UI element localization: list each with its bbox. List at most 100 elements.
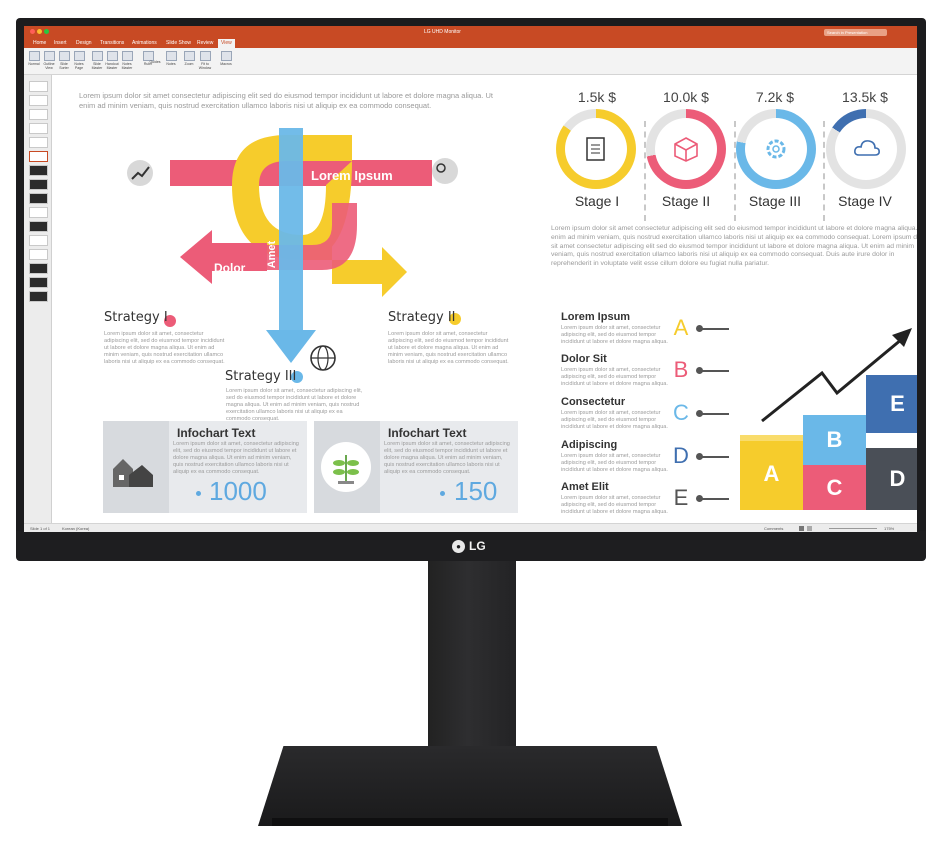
row-title-c: Consectetur (561, 396, 626, 408)
slide-thumbnail[interactable] (29, 123, 48, 134)
notes-icon (165, 51, 177, 61)
slide-thumbnail[interactable] (29, 277, 48, 288)
normal-view-button[interactable]: Normal (27, 51, 41, 66)
slide-master-icon (91, 51, 103, 61)
tab-insert[interactable]: Insert (51, 39, 70, 48)
zoom-icon (183, 51, 195, 61)
normal-view-icon[interactable] (799, 526, 804, 531)
card-number: 1000 (209, 476, 267, 506)
tab-view[interactable]: View (218, 39, 235, 48)
arrow-down-label: Sit Amet (266, 240, 278, 285)
slide-thumbnail[interactable] (29, 95, 48, 106)
slide-thumbnail[interactable] (29, 221, 48, 232)
maximize-window-icon[interactable] (44, 29, 49, 34)
zoom-level[interactable]: 175% (884, 524, 894, 532)
house-icon (113, 459, 153, 487)
row-letter-a: A (673, 315, 689, 340)
slide-thumbnail-selected[interactable] (29, 151, 48, 162)
macros-button[interactable]: Macros (219, 51, 233, 66)
notes-master-button[interactable]: Notes Master (120, 51, 134, 70)
card-title: Infochart Text (388, 426, 467, 440)
stage4-value: 13.5k $ (842, 89, 888, 105)
box-e: E (866, 375, 917, 433)
tab-transitions[interactable]: Transitions (97, 39, 127, 48)
box-c: C (803, 465, 866, 510)
stage1-label: Stage I (574, 193, 620, 209)
slide-count: Slide 1 of 1 (30, 526, 51, 531)
slide-thumbnail[interactable] (29, 207, 48, 218)
strategy1-title: Strategy I (104, 310, 168, 325)
language-indicator[interactable]: Korean (Korea) (62, 524, 89, 532)
slide-sorter-icon[interactable] (807, 526, 812, 531)
zoom-button[interactable]: Zoom (182, 51, 196, 66)
box-d: D (866, 448, 917, 510)
slide-thumbnail[interactable] (29, 193, 48, 204)
slide-thumbnail[interactable] (29, 263, 48, 274)
row-text-a: Lorem ipsum dolor sit amet, consectetur … (561, 325, 668, 345)
fit-to-window-icon (199, 51, 211, 61)
row-title-e: Amet Elit (561, 481, 609, 493)
row-pin-icon (696, 495, 729, 502)
row-title-b: Dolor Sit (561, 353, 607, 365)
fit-to-window-button[interactable]: Fit to Window (198, 51, 212, 70)
box-b: B (803, 415, 866, 465)
lg-logo-icon: ● (452, 539, 465, 553)
outline-view-button[interactable]: Outline View (42, 51, 56, 70)
row-letter-d: D (673, 443, 689, 468)
slide-sorter-button[interactable]: Slide Sorter (57, 51, 71, 70)
card-text: Lorem ipsum dolor sit amet, consectetur … (384, 441, 510, 475)
notes-master-icon (121, 51, 133, 61)
stage-paragraph: Lorem ipsum dolor sit amet consectetur a… (551, 225, 917, 268)
ribbon: Normal Outline View Slide Sorter Notes P… (24, 48, 917, 75)
chart-icon-bg (127, 160, 153, 186)
slide-master-button[interactable]: Slide Master (90, 51, 104, 70)
slide-thumbnail[interactable] (29, 179, 48, 190)
tab-animations[interactable]: Animations (129, 39, 160, 48)
slide-thumbnail[interactable] (29, 137, 48, 148)
close-window-icon[interactable] (30, 29, 35, 34)
strategy3-text: Lorem ipsum dolor sit amet, consectetur … (226, 388, 363, 422)
slide-thumbnail[interactable] (29, 165, 48, 176)
slide-canvas[interactable]: Lorem ipsum dolor sit amet consectetur a… (52, 75, 917, 523)
stage4-label: Stage IV (838, 193, 892, 209)
tab-review[interactable]: Review (194, 39, 216, 48)
outline-view-icon (43, 51, 55, 61)
brand-logo: ● LG (452, 537, 512, 555)
tab-slide-show[interactable]: Slide Show (163, 39, 194, 48)
stage2-value: 10.0k $ (663, 89, 709, 105)
card-bullet (440, 491, 445, 496)
slide-thumbnail[interactable] (29, 249, 48, 260)
title-bar: LG UHD Monitor Search in Presentation (24, 26, 917, 39)
row-letter-b: B (673, 357, 689, 382)
slide-thumbnail[interactable] (29, 235, 48, 246)
gear-icon (766, 139, 786, 159)
status-bar: Slide 1 of 1 Korean (Korea) Comments 175… (24, 523, 917, 532)
notes-page-icon (73, 51, 85, 61)
search-input[interactable]: Search in Presentation (824, 29, 887, 36)
ribbon-tabs: Home Insert Design Transitions Animation… (24, 39, 917, 48)
stage1-value: 1.5k $ (577, 89, 617, 105)
slide-thumbnail[interactable] (29, 109, 48, 120)
blue-arrow-down (266, 330, 316, 363)
banner-label: Lorem Ipsum (311, 168, 393, 183)
strategy1-text: Lorem ipsum dolor sit amet, consectetur … (104, 331, 225, 365)
minimize-window-icon[interactable] (37, 29, 42, 34)
box-icon (674, 137, 698, 162)
notes-page-button[interactable]: Notes Page (72, 51, 86, 70)
notes-button[interactable]: Notes (164, 51, 178, 66)
slide-thumbnail[interactable] (29, 81, 48, 92)
plant-icon (321, 442, 371, 492)
tab-design[interactable]: Design (73, 39, 95, 48)
slide-thumbnails-panel[interactable] (24, 75, 52, 523)
comments-button[interactable]: Comments (764, 524, 783, 532)
row-text-c: Lorem ipsum dolor sit amet, consectetur … (561, 410, 668, 430)
strategy2-title: Strategy II (388, 310, 456, 325)
slide-thumbnail[interactable] (29, 291, 48, 302)
handout-master-button[interactable]: Handout Master (105, 51, 119, 70)
slide-sorter-icon (58, 51, 70, 61)
zoom-slider[interactable] (829, 528, 877, 529)
row-text-d: Lorem ipsum dolor sit amet, consectetur … (561, 453, 668, 473)
infochart-card-1: Infochart Text Lorem ipsum dolor sit ame… (103, 421, 307, 513)
guides-checkbox[interactable]: Guides (148, 60, 162, 64)
tab-home[interactable]: Home (30, 39, 49, 48)
